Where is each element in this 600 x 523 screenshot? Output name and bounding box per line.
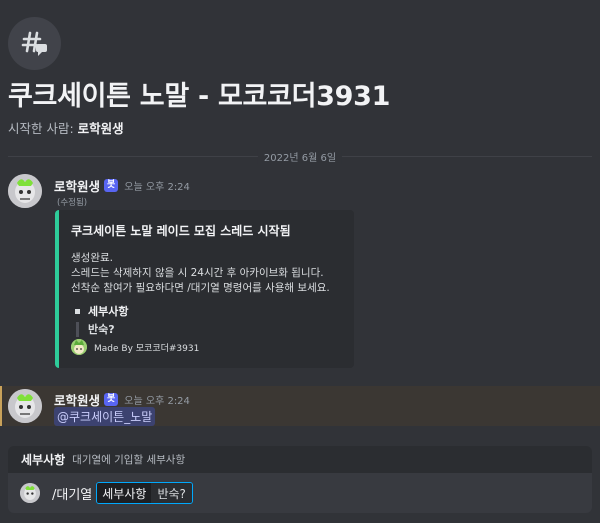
- date-divider-text: 2022년 6월 6일: [257, 149, 343, 164]
- edited-indicator: (수정됨): [57, 198, 88, 208]
- message-header: 로학원생 봇 오늘 오후 2:24: [54, 176, 190, 195]
- embed-footer: Made By 모코코더#3931: [71, 339, 199, 355]
- embed-field-name: 세부사항: [88, 305, 129, 318]
- bot-avatar-icon: [20, 483, 40, 503]
- bullet-icon: [75, 308, 80, 314]
- thread-icon: [8, 17, 61, 70]
- command-option-pill[interactable]: 세부사항 반숙?: [96, 482, 193, 504]
- bot-badge: 봇: [104, 179, 119, 192]
- embed-footer-text: Made By 모코코더#3931: [94, 343, 200, 354]
- embed-description-line: 스레드는 삭제하지 않을 시 24시간 후 아카이브화 됩니다.: [71, 267, 324, 279]
- started-by-label: 시작한 사람:: [8, 121, 78, 136]
- embed-field: 세부사항: [71, 303, 342, 319]
- role-mention[interactable]: @쿠크세이튼_노말: [54, 407, 156, 426]
- message-author[interactable]: 로학원생: [54, 176, 100, 195]
- avatar[interactable]: [8, 174, 42, 208]
- date-divider: 2022년 6월 6일: [8, 149, 592, 164]
- bot-badge: 봇: [104, 393, 119, 406]
- robot-avatar-icon: [8, 174, 42, 208]
- option-description: 대기열에 기입할 세부사항: [72, 454, 186, 466]
- message-timestamp[interactable]: 오늘 오후 2:24: [124, 178, 190, 193]
- started-by-name[interactable]: 로학원생: [78, 121, 124, 136]
- command-option-value[interactable]: 반숙?: [151, 483, 192, 503]
- thread-started-by: 시작한 사람: 로학원생: [8, 118, 124, 137]
- thread-title: 쿠크세이튼 노말 - 모코코더3931: [8, 81, 391, 112]
- embed-field-value: 반숙?: [76, 322, 342, 337]
- slash-command-name[interactable]: /대기열: [52, 484, 92, 503]
- command-option-hint: 세부사항 대기열에 기입할 세부사항: [8, 446, 592, 473]
- embed-description-line: 생성완료.: [71, 252, 113, 264]
- message-input[interactable]: /대기열 세부사항 반숙?: [8, 473, 592, 513]
- option-name: 세부사항: [21, 453, 66, 467]
- embed-title: 쿠크세이튼 노말 레이드 모집 스레드 시작됨: [71, 224, 291, 238]
- robot-avatar-icon: [8, 389, 42, 423]
- embed-description-line: 선착순 참여가 필요하다면 /대기열 명령어를 사용해 보세요.: [71, 282, 330, 294]
- message-embed: 쿠크세이튼 노말 레이드 모집 스레드 시작됨 생성완료. 스레드는 삭제하지 …: [55, 210, 354, 368]
- embed-description: 생성완료. 스레드는 삭제하지 않을 시 24시간 후 아카이브화 됩니다. 선…: [71, 251, 342, 296]
- command-option-key: 세부사항: [97, 483, 152, 503]
- avatar[interactable]: [8, 389, 42, 423]
- thread-hash-icon: [21, 31, 47, 56]
- footer-avatar-icon: [71, 339, 87, 355]
- message-timestamp[interactable]: 오늘 오후 2:24: [124, 392, 190, 407]
